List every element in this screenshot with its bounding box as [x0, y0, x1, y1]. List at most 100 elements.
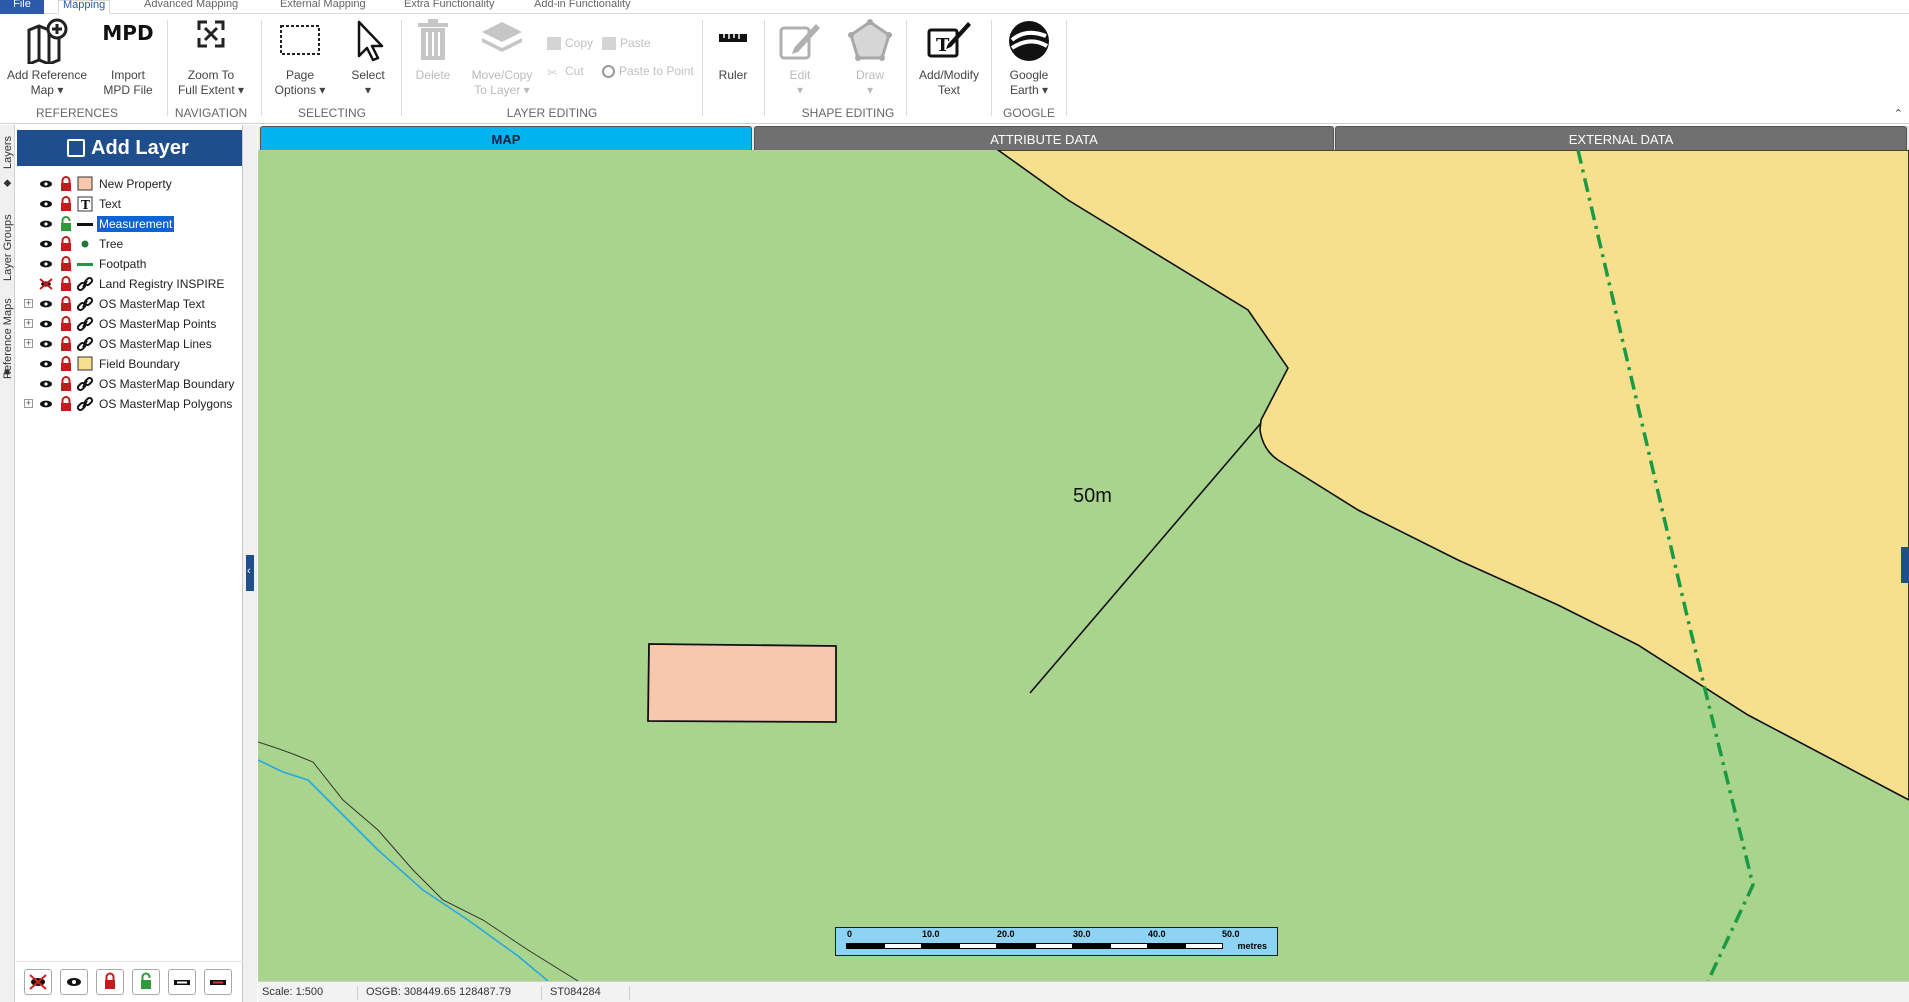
vertical-tab-strip: Layers ◆ Layer Groups Reference Maps ■	[0, 125, 15, 1002]
eye-icon[interactable]	[39, 238, 53, 250]
lock-icon[interactable]	[59, 336, 73, 352]
eye-icon[interactable]	[39, 358, 53, 370]
lock-icon[interactable]	[59, 256, 73, 272]
layer-name[interactable]: Text	[97, 196, 123, 212]
paste-to-point-button[interactable]: Paste to Point	[602, 64, 694, 79]
menu-tab-advanced-mapping[interactable]: Advanced Mapping	[140, 0, 242, 14]
layer-row[interactable]: Footpath	[16, 253, 243, 275]
lock-icon[interactable]	[59, 276, 73, 292]
expand-icon[interactable]: +	[24, 319, 33, 328]
draw-shape-button[interactable]: Draw ▾	[842, 18, 898, 98]
scale-segment	[1035, 943, 1073, 949]
tab-map[interactable]: MAP	[260, 126, 752, 150]
layer-row[interactable]: New Property	[16, 173, 243, 195]
paste-to-point-label: Paste to Point	[619, 64, 694, 78]
eye-icon[interactable]	[39, 338, 53, 350]
move-copy-layer-button[interactable]: Move/Copy To Layer ▾	[466, 18, 538, 98]
lock-all-button[interactable]	[96, 969, 124, 995]
lock-icon[interactable]	[59, 176, 73, 192]
google-earth-button[interactable]: Google Earth ▾	[998, 18, 1060, 98]
edit-pencil-icon	[779, 24, 820, 60]
eye-icon[interactable]	[39, 398, 53, 410]
vtab-layers[interactable]: Layers	[0, 125, 15, 171]
layer-name[interactable]: Tree	[97, 236, 125, 252]
labels-on-button[interactable]	[204, 969, 232, 995]
labels-off-button[interactable]	[168, 969, 196, 995]
menu-tab-mapping[interactable]: Mapping	[58, 0, 111, 14]
layer-row[interactable]: + OS MasterMap Text	[16, 293, 243, 315]
panel-splitter[interactable]	[243, 125, 257, 1002]
scale-label-50: 50.0	[1222, 929, 1240, 939]
eye-icon[interactable]	[39, 178, 53, 190]
scale-label-0: 0	[847, 929, 853, 939]
hide-all-button[interactable]	[24, 969, 52, 995]
eye-icon[interactable]	[39, 318, 53, 330]
right-panel-handle[interactable]	[1901, 547, 1909, 583]
eye-icon[interactable]	[39, 258, 53, 270]
add-modify-text-button[interactable]: T Add/Modify Text	[912, 18, 986, 98]
add-layer-button[interactable]: Add Layer	[17, 130, 242, 166]
expand-icon[interactable]: +	[24, 399, 33, 408]
layer-name[interactable]: Measurement	[97, 216, 175, 232]
tab-attribute-data[interactable]: ATTRIBUTE DATA	[754, 126, 1334, 150]
copy-button[interactable]: Copy	[547, 36, 593, 51]
layer-row[interactable]: Measurement	[16, 213, 243, 235]
eye-icon[interactable]	[39, 198, 53, 210]
layer-name[interactable]: OS MasterMap Boundary	[97, 376, 236, 392]
cut-button[interactable]: ✂ Cut	[547, 64, 584, 80]
layer-row[interactable]: T Text	[16, 193, 243, 215]
eye-hidden-icon[interactable]	[39, 278, 53, 290]
layer-name[interactable]: OS MasterMap Text	[97, 296, 207, 312]
zoom-full-extent-button[interactable]: Zoom To Full Extent ▾	[172, 18, 250, 98]
lock-icon[interactable]	[59, 236, 73, 252]
unlock-icon[interactable]	[59, 216, 73, 232]
layer-name[interactable]: Footpath	[97, 256, 148, 272]
layer-row[interactable]: + OS MasterMap Polygons	[16, 393, 243, 415]
layer-row[interactable]: Tree	[16, 233, 243, 255]
layer-name[interactable]: New Property	[97, 176, 174, 192]
lock-icon[interactable]	[59, 396, 73, 412]
layer-row[interactable]: Field Boundary	[16, 353, 243, 375]
layer-name[interactable]: OS MasterMap Points	[97, 316, 218, 332]
eye-icon[interactable]	[39, 378, 53, 390]
scale-label-10: 10.0	[922, 929, 940, 939]
edit-shape-button[interactable]: Edit ▾	[772, 18, 828, 98]
tab-external-data[interactable]: EXTERNAL DATA	[1335, 126, 1907, 150]
lock-icon[interactable]	[59, 356, 73, 372]
layer-name[interactable]: OS MasterMap Lines	[97, 336, 214, 352]
collapse-ribbon-icon[interactable]: ⌃	[1894, 107, 1903, 120]
paste-label: Paste	[620, 36, 651, 50]
select-button[interactable]: Select ▾	[343, 18, 393, 98]
lock-icon[interactable]	[59, 296, 73, 312]
delete-button[interactable]: Delete	[408, 18, 458, 83]
layer-name[interactable]: Land Registry INSPIRE	[97, 276, 226, 292]
ruler-button[interactable]: Ruler	[708, 18, 758, 83]
layer-row[interactable]: + OS MasterMap Lines	[16, 333, 243, 355]
lock-icon[interactable]	[59, 376, 73, 392]
eye-icon[interactable]	[39, 218, 53, 230]
map-canvas[interactable]: 50m 0 10.0 20.0 30.0 40.0 50.0 metres	[258, 150, 1909, 981]
google-earth-icon	[1009, 21, 1049, 61]
add-reference-map-button[interactable]: Add Reference Map ▾	[6, 18, 88, 98]
menu-tab-addin-functionality[interactable]: Add-in Functionality	[530, 0, 635, 14]
menu-tab-extra-functionality[interactable]: Extra Functionality	[400, 0, 498, 14]
lock-icon[interactable]	[59, 196, 73, 212]
layer-row[interactable]: + OS MasterMap Points	[16, 313, 243, 335]
expand-icon[interactable]: +	[24, 339, 33, 348]
collapse-panel-handle[interactable]	[246, 555, 254, 591]
lock-icon[interactable]	[59, 316, 73, 332]
layer-row[interactable]: OS MasterMap Boundary	[16, 373, 243, 395]
menu-tab-file[interactable]: File	[0, 0, 44, 14]
menu-tab-external-mapping[interactable]: External Mapping	[276, 0, 370, 14]
paste-button[interactable]: Paste	[602, 36, 651, 51]
layer-name[interactable]: OS MasterMap Polygons	[97, 396, 234, 412]
layer-name[interactable]: Field Boundary	[97, 356, 182, 372]
show-all-button[interactable]	[60, 969, 88, 995]
unlock-all-button[interactable]	[132, 969, 160, 995]
eye-icon[interactable]	[39, 298, 53, 310]
import-mpd-button[interactable]: MPD Import MPD File	[98, 18, 158, 98]
page-options-button[interactable]: Page Options ▾	[272, 18, 328, 98]
vtab-layer-groups[interactable]: Layer Groups	[0, 197, 15, 283]
expand-icon[interactable]: +	[24, 299, 33, 308]
layer-row[interactable]: Land Registry INSPIRE	[16, 273, 243, 295]
